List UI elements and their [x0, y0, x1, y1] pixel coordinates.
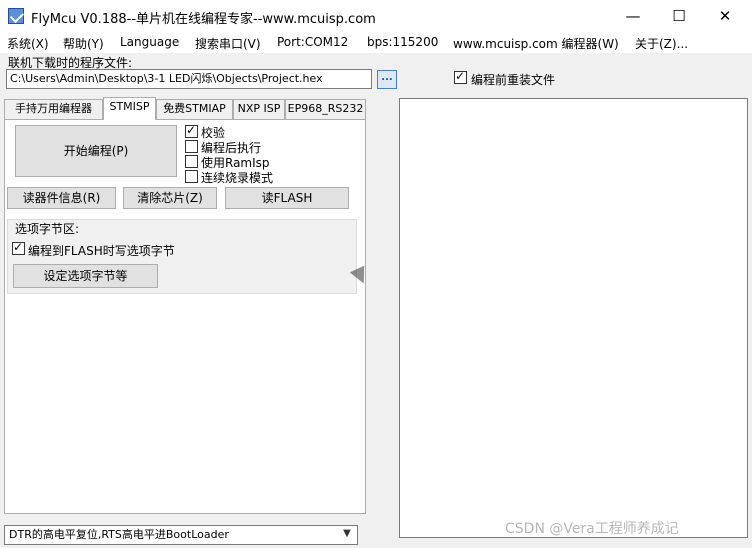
start-programming-button[interactable]: 开始编程(P) — [15, 125, 177, 177]
tab-nxp-isp[interactable]: NXP ISP — [233, 99, 285, 119]
menu-programmer[interactable]: www.mcuisp.com 编程器(W) — [453, 35, 619, 52]
menu-bar: 系统(X) 帮助(Y) Language 搜索串口(V) Port:COM12 … — [0, 32, 752, 53]
run-after-program-checkbox[interactable] — [185, 140, 198, 153]
menu-language[interactable]: Language — [120, 35, 179, 49]
reload-before-program-label: 编程前重装文件 — [471, 73, 556, 87]
title-bar: FlyMcu V0.188--单片机在线编程专家--www.mcuisp.com… — [0, 0, 752, 32]
reload-before-program-checkbox[interactable] — [454, 69, 467, 84]
menu-search-port[interactable]: 搜索串口(V) — [195, 35, 261, 52]
chevron-down-icon[interactable]: ▼ — [337, 525, 357, 545]
browse-button[interactable]: ... — [377, 70, 397, 89]
menu-bps[interactable]: bps:115200 — [367, 35, 438, 49]
option-bytes-title: 选项字节区: — [14, 220, 81, 237]
tab-free-stmiap[interactable]: 免费STMIAP — [156, 99, 233, 119]
program-file-input[interactable]: C:\Users\Admin\Desktop\3-1 LED闪烁\Objects… — [6, 69, 372, 89]
tab-stmisp[interactable]: STMISP — [103, 97, 156, 120]
menu-system[interactable]: 系统(X) — [7, 35, 49, 52]
read-flash-button[interactable]: 读FLASH — [225, 187, 349, 209]
menu-about[interactable]: 关于(Z)... — [635, 35, 688, 52]
menu-port[interactable]: Port:COM12 — [277, 35, 348, 49]
continuous-burn-checkbox[interactable] — [185, 170, 198, 183]
verify-checkbox[interactable] — [185, 123, 198, 138]
write-option-bytes-label: 编程到FLASH时写选项字节 — [28, 244, 175, 258]
set-option-bytes-button[interactable]: 设定选项字节等 — [13, 264, 158, 288]
watermark: CSDN @Vera工程师养成记 — [505, 521, 679, 537]
close-button[interactable]: ✕ — [702, 0, 748, 32]
use-ramisp-checkbox[interactable] — [185, 155, 198, 168]
read-device-info-button[interactable]: 读器件信息(R) — [7, 187, 116, 209]
minimize-button[interactable]: — — [610, 0, 656, 32]
continuous-burn-label: 连续烧录模式 — [201, 171, 274, 185]
tab-ep968-rs232[interactable]: EP968_RS232 — [285, 99, 366, 119]
output-log[interactable] — [399, 98, 748, 538]
app-icon — [8, 8, 24, 24]
menu-help[interactable]: 帮助(Y) — [63, 35, 104, 52]
write-option-bytes-checkbox[interactable] — [12, 240, 25, 255]
reset-mode-select[interactable]: DTR的高电平复位,RTS高电平进BootLoader — [4, 525, 358, 545]
tab-handheld-programmer[interactable]: 手持万用编程器 — [4, 99, 103, 119]
erase-chip-button[interactable]: 清除芯片(Z) — [123, 187, 217, 209]
window-title: FlyMcu V0.188--单片机在线编程专家--www.mcuisp.com — [31, 12, 376, 27]
maximize-button[interactable]: ☐ — [656, 0, 702, 32]
